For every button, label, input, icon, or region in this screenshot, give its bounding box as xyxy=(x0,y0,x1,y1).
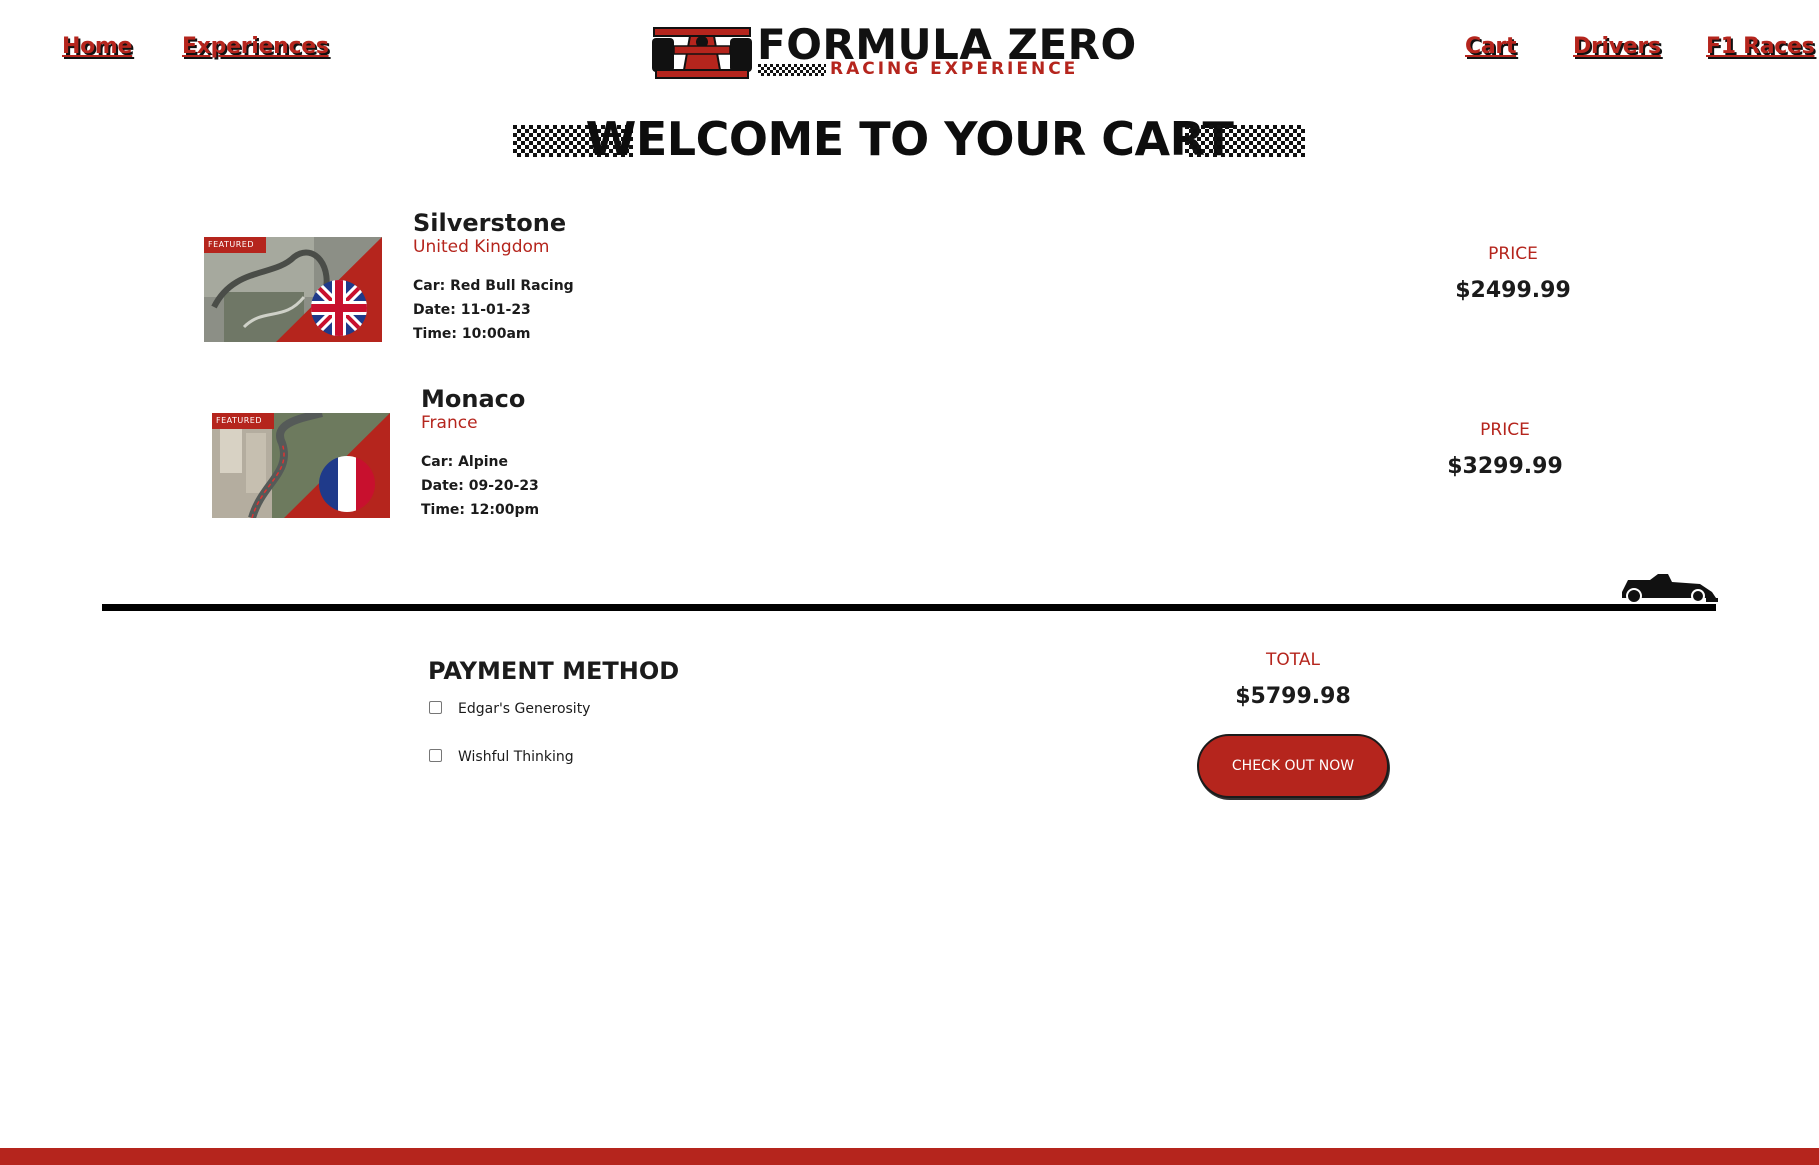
french-flag-icon xyxy=(319,456,375,512)
item-date: Date: 11-01-23 xyxy=(413,302,531,318)
payment-option-checkbox[interactable] xyxy=(429,701,442,714)
checkered-flag-icon xyxy=(1185,125,1305,157)
nav-f1-races-link[interactable]: F1 Races xyxy=(1706,34,1815,59)
payment-option-label[interactable]: Edgar's Generosity xyxy=(458,701,590,717)
race-car-icon xyxy=(1622,574,1718,604)
cart-heading: WELCOME TO YOUR CART xyxy=(585,112,1234,166)
item-date: Date: 09-20-23 xyxy=(421,478,539,494)
item-time: Time: 10:00am xyxy=(413,326,531,342)
nav-experiences-link[interactable]: Experiences xyxy=(182,34,329,59)
item-time: Time: 12:00pm xyxy=(421,502,540,518)
monaco-thumbnail[interactable]: FEATURED xyxy=(212,413,390,518)
item-price: $2499.99 xyxy=(1455,278,1571,303)
checkout-button[interactable]: CHECK OUT NOW xyxy=(1197,734,1389,798)
checkered-flag-icon xyxy=(758,64,826,76)
payment-option-checkbox[interactable] xyxy=(429,749,442,762)
total-value: $5799.98 xyxy=(1235,684,1351,709)
price-label: PRICE xyxy=(1480,420,1530,440)
payment-option-label[interactable]: Wishful Thinking xyxy=(458,749,574,765)
nav-home-link[interactable]: Home xyxy=(62,34,132,59)
nav-cart-link[interactable]: Cart xyxy=(1465,34,1516,59)
track-divider xyxy=(102,604,1716,611)
item-name: Monaco xyxy=(421,385,526,413)
payment-method-title: PAYMENT METHOD xyxy=(428,657,680,685)
item-car: Car: Red Bull Racing xyxy=(413,278,574,294)
price-label: PRICE xyxy=(1488,244,1538,264)
site-logo[interactable]: FORMULA ZERO RACING EXPERIENCE xyxy=(650,18,1136,84)
item-country: United Kingdom xyxy=(413,237,550,257)
footer-bar xyxy=(0,1148,1819,1165)
item-name: Silverstone xyxy=(413,209,567,237)
item-car: Car: Alpine xyxy=(421,454,509,470)
item-price: $3299.99 xyxy=(1447,454,1563,479)
featured-badge: FEATURED xyxy=(208,240,255,249)
nav-drivers-link[interactable]: Drivers xyxy=(1573,34,1661,59)
item-country: France xyxy=(421,413,478,433)
total-label: TOTAL xyxy=(1266,650,1320,670)
featured-badge: FEATURED xyxy=(216,416,263,425)
silverstone-thumbnail[interactable]: FEATURED xyxy=(204,237,382,342)
union-jack-flag-icon xyxy=(311,280,367,336)
logo-subtitle: RACING EXPERIENCE xyxy=(830,59,1079,79)
race-car-logo-icon xyxy=(652,27,752,79)
